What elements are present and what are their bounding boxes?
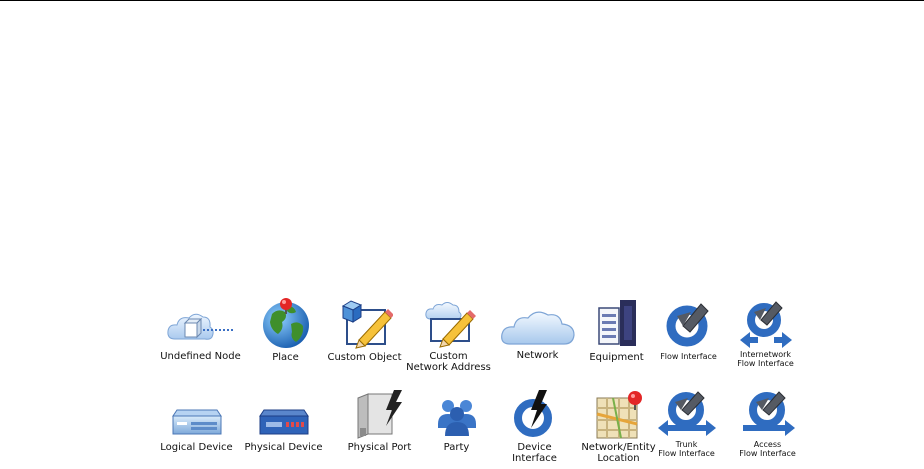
cube-pencil-icon [341, 300, 393, 349]
equipment-rack-icon [597, 300, 636, 346]
legend-item-internetwork-flow-interface: Internetwork Flow Interface [718, 296, 813, 368]
trunk-flow-icon [657, 391, 716, 436]
legend-item-logical-device: Logical Device [149, 402, 244, 453]
legend-item-device-interface: Device Interface [487, 388, 582, 464]
globe-pin-icon [262, 298, 309, 348]
legend-label: Network [516, 350, 559, 361]
legend-item-custom-network-address: Custom Network Address [401, 299, 496, 373]
legend-label: Custom Network Address [406, 351, 491, 373]
legend-label: Party [443, 442, 470, 453]
flow-interface-icon [666, 303, 709, 347]
legend-item-physical-device: Physical Device [236, 402, 331, 453]
legend-label: Device Interface [512, 442, 557, 464]
party-people-icon [437, 400, 476, 436]
cloud-icon [500, 311, 575, 345]
cloud-node-icon [166, 313, 235, 340]
logical-device-icon [171, 409, 222, 435]
physical-device-icon [258, 409, 309, 435]
legend-label: Physical Device [244, 442, 323, 453]
legend-label: Flow Interface [660, 352, 717, 361]
access-flow-icon [742, 391, 795, 436]
physical-port-icon [357, 390, 402, 439]
device-interface-icon [513, 390, 552, 437]
legend-label: Access Flow Interface [739, 440, 796, 458]
legend-label: Custom Object [327, 352, 402, 363]
legend-label: Equipment [589, 352, 644, 363]
internetwork-flow-icon [739, 301, 792, 348]
icon-legend-panel: Undefined Node Place Custom Object Custo… [152, 296, 813, 469]
top-divider [0, 0, 924, 1]
cloud-pencil-icon [424, 302, 476, 348]
legend-item-custom-object: Custom Object [317, 298, 412, 363]
legend-label: Place [272, 352, 299, 363]
legend-label: Physical Port [347, 442, 412, 453]
legend-item-undefined-node: Undefined Node [153, 299, 248, 362]
legend-label: Logical Device [160, 442, 233, 453]
legend-label: Undefined Node [160, 351, 241, 362]
legend-label: Trunk Flow Interface [658, 440, 715, 458]
legend-item-access-flow-interface: Access Flow Interface [720, 386, 815, 458]
legend-label: Internetwork Flow Interface [737, 350, 794, 368]
